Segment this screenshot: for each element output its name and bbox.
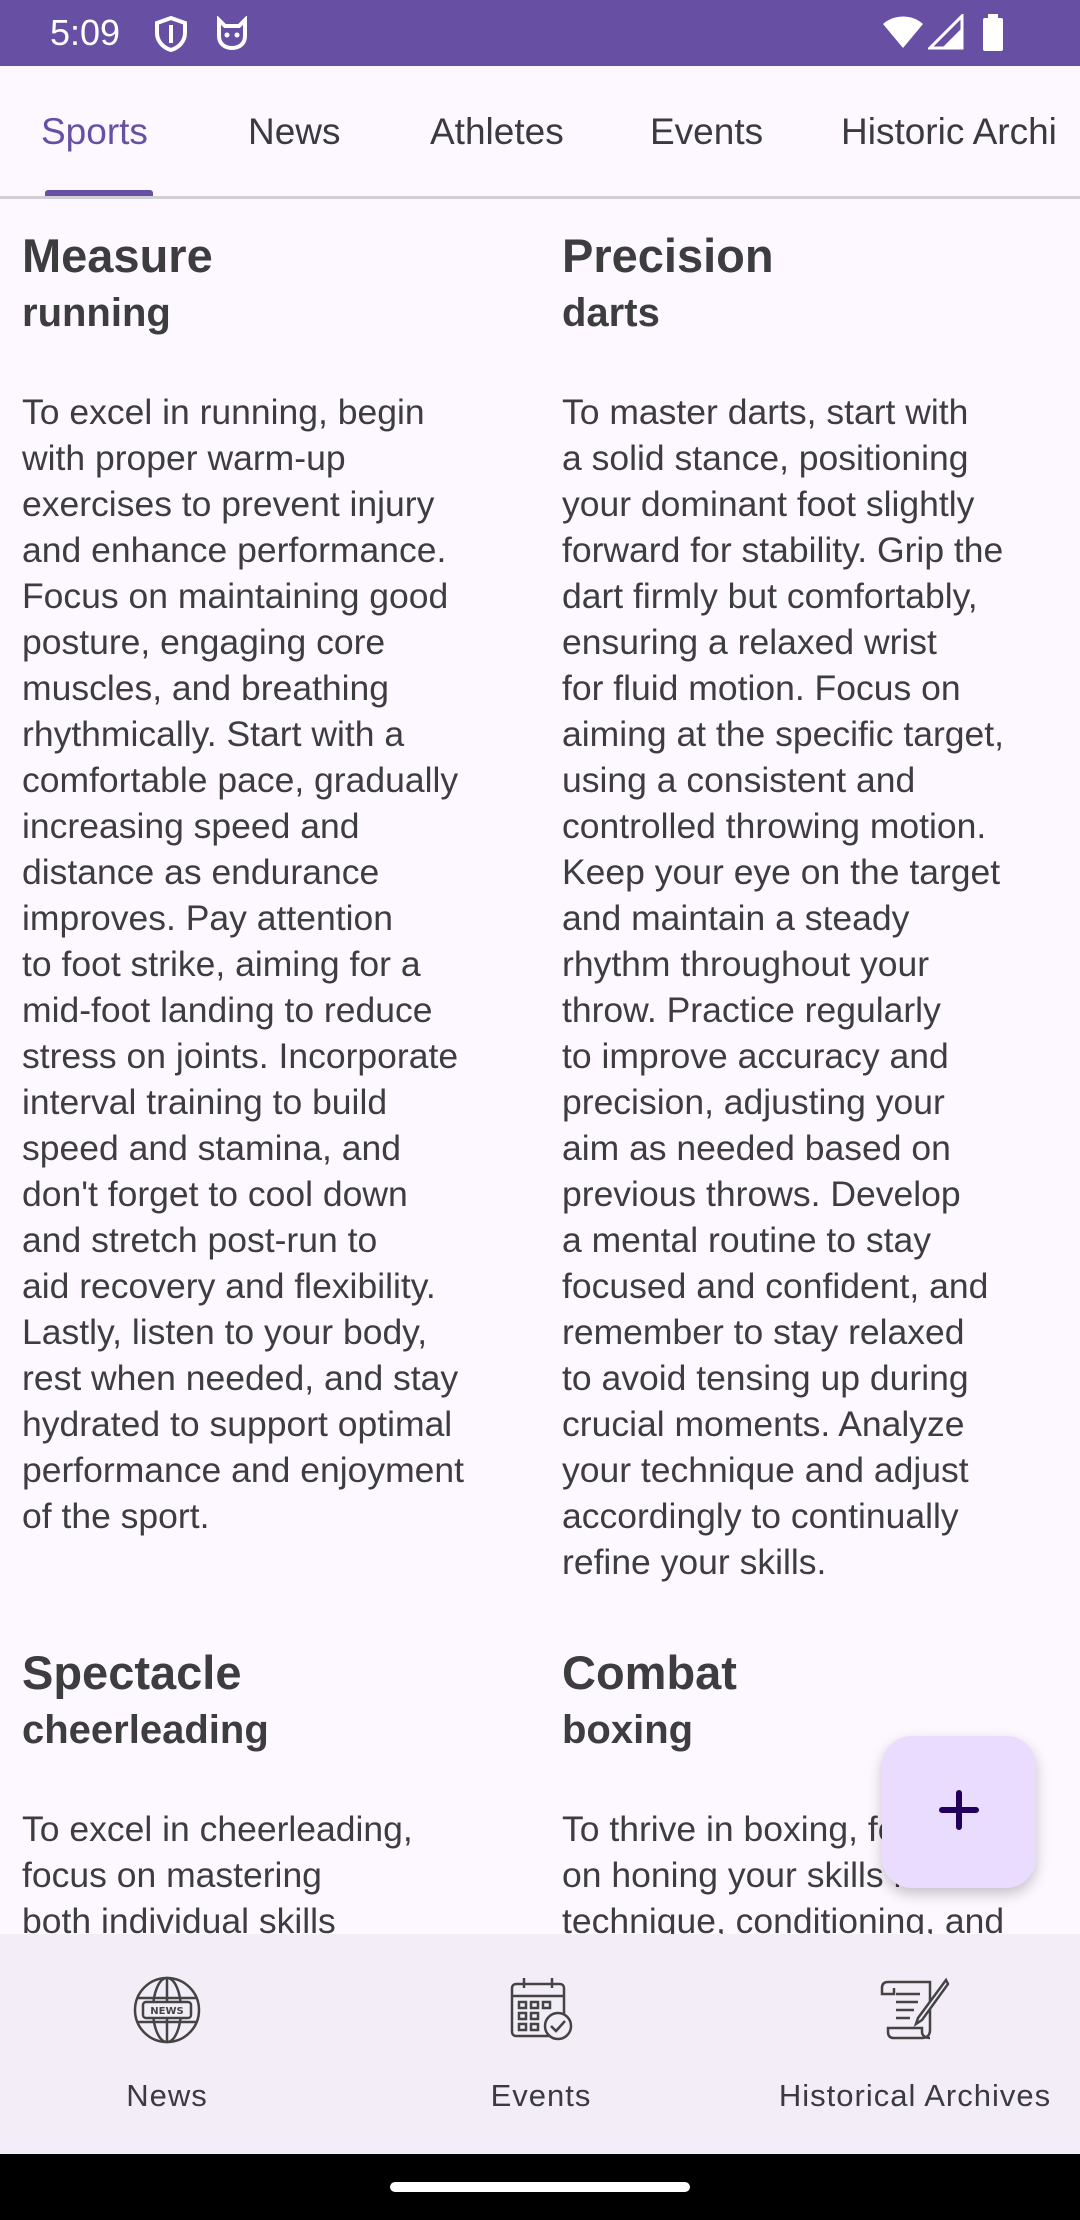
- tab-historic-archives[interactable]: Historic Archi: [841, 111, 1057, 153]
- home-handle[interactable]: [390, 2182, 690, 2192]
- description-line: rest when needed, and stay: [22, 1358, 459, 1398]
- description-line: dart firmly but comfortably,: [562, 576, 978, 616]
- description-line: throw. Practice regularly: [562, 990, 941, 1030]
- tab-athletes[interactable]: Athletes: [430, 111, 564, 153]
- description-line: comfortable pace, gradually: [22, 760, 459, 800]
- description-line: for fluid motion. Focus on: [562, 668, 961, 708]
- description-line: Lastly, listen to your body,: [22, 1312, 428, 1352]
- tab-events[interactable]: Events: [650, 111, 763, 153]
- nav-label-news: News: [126, 2078, 208, 2113]
- description-line: of the sport.: [22, 1496, 210, 1536]
- description-line: don't forget to cool down: [22, 1174, 408, 1214]
- description-line: to foot strike, aiming for a: [22, 944, 421, 984]
- status-time: 5:09: [50, 12, 121, 53]
- description-line: to improve accuracy and: [562, 1036, 949, 1076]
- description-line: increasing speed and: [22, 806, 360, 846]
- sport-card-darts[interactable]: Precision darts To master darts, start w…: [562, 227, 1062, 1585]
- description-line: rhythm throughout your: [562, 944, 930, 984]
- description-line: To excel in cheerleading,: [22, 1809, 413, 1849]
- tab-news[interactable]: News: [248, 111, 341, 153]
- description-line: with proper warm-up: [22, 438, 346, 478]
- nav-label-events: Events: [490, 2078, 592, 2113]
- status-bar: 5:09: [0, 0, 1080, 66]
- tab-sports[interactable]: Sports: [41, 111, 148, 153]
- description-line: rhythmically. Start with a: [22, 714, 405, 754]
- gesture-navigation-bar: [0, 2154, 1080, 2220]
- description-line: both individual skills: [22, 1901, 336, 1934]
- description-line: performance and enjoyment: [22, 1450, 465, 1490]
- svg-text:NEWS: NEWS: [150, 2006, 183, 2017]
- description-line: improves. Pay attention: [22, 898, 393, 938]
- calendar-icon: [506, 1974, 576, 2049]
- card-category: Combat: [562, 1646, 737, 1699]
- description-line: to avoid tensing up during: [562, 1358, 969, 1398]
- description-line: crucial moments. Analyze: [562, 1404, 965, 1444]
- description-line: stress on joints. Incorporate: [22, 1036, 459, 1076]
- description-line: your dominant foot slightly: [562, 484, 975, 524]
- description-line: refine your skills.: [562, 1542, 827, 1582]
- description-line: To excel in running, begin: [22, 392, 425, 432]
- description-line: accordingly to continually: [562, 1496, 959, 1536]
- plus-icon: [939, 1789, 979, 1835]
- sport-card-cheerleading[interactable]: Spectacle cheerleading To excel in cheer…: [22, 1644, 522, 1934]
- description-line: speed and stamina, and: [22, 1128, 401, 1168]
- battery-icon: [982, 14, 1004, 57]
- description-line: mid-foot landing to reduce: [22, 990, 433, 1030]
- nav-label-historical-archives: Historical Archives: [778, 2078, 1052, 2113]
- description-line: exercises to prevent injury: [22, 484, 435, 524]
- description-line: interval training to build: [22, 1082, 388, 1122]
- bottom-navigation: NEWS News Events Historical Archives: [0, 1934, 1080, 2154]
- description-line: muscles, and breathing: [22, 668, 390, 708]
- description-line: ensuring a relaxed wrist: [562, 622, 937, 662]
- card-category: Measure: [22, 229, 213, 282]
- description-line: Keep your eye on the target: [562, 852, 1001, 892]
- description-line: using a consistent and: [562, 760, 916, 800]
- card-description: To excel in running, begin with proper wa…: [22, 389, 522, 1539]
- description-line: remember to stay relaxed: [562, 1312, 965, 1352]
- description-line: precision, adjusting your: [562, 1082, 945, 1122]
- news-globe-icon: NEWS: [131, 1974, 203, 2051]
- description-line: To master darts, start with: [562, 392, 969, 432]
- description-line: technique, conditioning, and: [562, 1901, 1005, 1934]
- nav-news[interactable]: NEWS News: [0, 1934, 334, 2154]
- card-sport: cheerleading: [22, 1708, 269, 1752]
- active-tab-indicator: [45, 190, 153, 196]
- card-sport: darts: [562, 291, 660, 335]
- description-line: a mental routine to stay: [562, 1220, 932, 1260]
- description-line: aim as needed based on: [562, 1128, 951, 1168]
- description-line: aiming at the specific target,: [562, 714, 1004, 754]
- description-line: and stretch post-run to: [22, 1220, 378, 1260]
- description-line: and maintain a steady: [562, 898, 910, 938]
- tab-bar: Sports News Athletes Events Historic Arc…: [0, 66, 1080, 199]
- shield-icon: [154, 15, 188, 57]
- scroll-quill-icon: [880, 1974, 950, 2049]
- sport-card-running[interactable]: Measure running To excel in running, beg…: [22, 227, 522, 1539]
- description-line: aid recovery and flexibility.: [22, 1266, 436, 1306]
- description-line: hydrated to support optimal: [22, 1404, 453, 1444]
- description-line: forward for stability. Grip the: [562, 530, 1004, 570]
- description-line: Focus on maintaining good: [22, 576, 449, 616]
- card-sport: running: [22, 291, 171, 335]
- description-line: posture, engaging core: [22, 622, 386, 662]
- description-line: focus on mastering: [22, 1855, 322, 1895]
- description-line: your technique and adjust: [562, 1450, 969, 1490]
- nav-historical-archives[interactable]: Historical Archives: [750, 1934, 1080, 2154]
- card-category: Spectacle: [22, 1646, 242, 1699]
- description-line: a solid stance, positioning: [562, 438, 969, 478]
- card-description: To master darts, start with a solid stanc…: [562, 389, 1062, 1585]
- wifi-icon: [882, 14, 924, 55]
- nav-events[interactable]: Events: [374, 1934, 708, 2154]
- card-category: Precision: [562, 229, 774, 282]
- card-description: To excel in cheerleading, focus on master…: [22, 1806, 522, 1934]
- add-fab-button[interactable]: [882, 1736, 1036, 1888]
- description-line: controlled throwing motion.: [562, 806, 987, 846]
- description-line: focused and confident, and: [562, 1266, 989, 1306]
- description-line: and enhance performance.: [22, 530, 447, 570]
- sports-grid[interactable]: Measure running To excel in running, beg…: [0, 199, 1080, 1934]
- signal-icon: [926, 12, 964, 55]
- cat-face-icon: [214, 15, 250, 55]
- description-line: previous throws. Develop: [562, 1174, 961, 1214]
- description-line: distance as endurance: [22, 852, 380, 892]
